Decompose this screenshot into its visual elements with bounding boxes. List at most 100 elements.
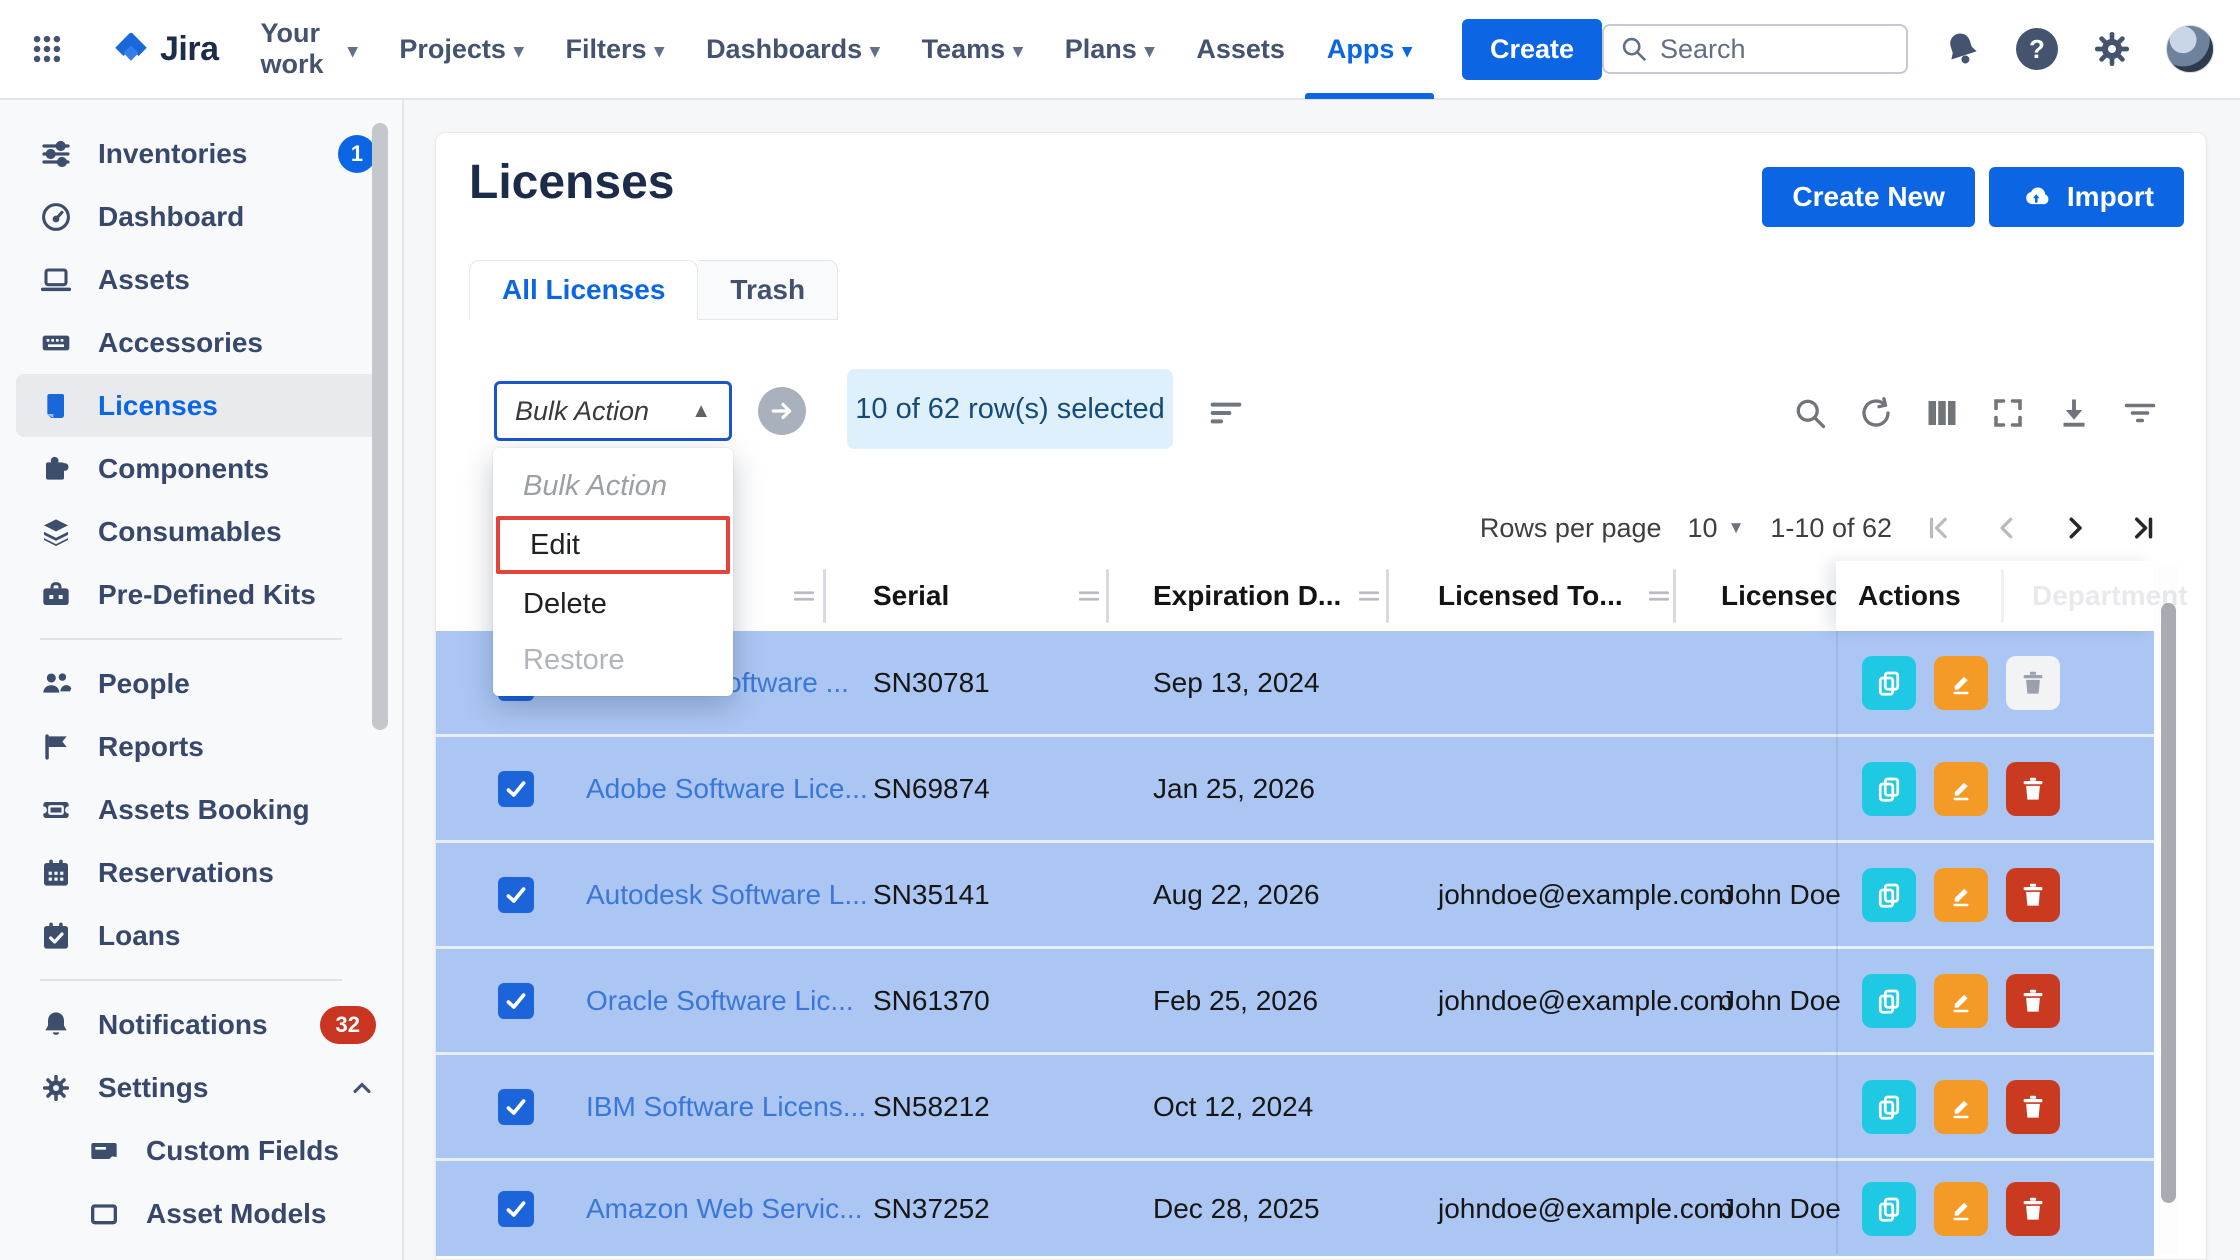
duplicate-button[interactable] <box>1862 974 1916 1028</box>
sidebar-item-reservations[interactable]: Reservations <box>0 841 402 904</box>
license-icon <box>40 390 72 422</box>
help-icon[interactable]: ? <box>2016 28 2058 70</box>
column-resize-handle[interactable] <box>1076 583 1102 609</box>
edit-button[interactable] <box>1934 762 1988 816</box>
delete-button[interactable] <box>2006 1182 2060 1236</box>
last-page-button[interactable] <box>2122 507 2164 549</box>
sidebar-item-label: Asset Models <box>146 1198 327 1230</box>
jira-logo[interactable]: Jira <box>110 28 219 70</box>
license-name-link[interactable]: Autodesk Software L... <box>586 879 868 911</box>
global-search[interactable] <box>1602 24 1908 74</box>
bulk-action-select[interactable]: Bulk Action ▲ <box>494 381 732 441</box>
column-resize-handle[interactable] <box>791 583 817 609</box>
nav-item-assets[interactable]: Assets <box>1196 0 1285 99</box>
sidebar-item-settings[interactable]: Settings <box>0 1056 402 1119</box>
nav-item-plans[interactable]: Plans▾ <box>1065 0 1155 99</box>
tab-trash[interactable]: Trash <box>698 260 838 320</box>
serial-cell: SN37252 <box>873 1193 990 1225</box>
notifications-bell-icon[interactable] <box>1942 29 1982 69</box>
edit-button[interactable] <box>1934 1080 1988 1134</box>
edit-button[interactable] <box>1934 1182 1988 1236</box>
refresh-icon[interactable] <box>1858 395 1894 431</box>
bulk-menu-item-delete[interactable]: Delete <box>493 576 733 632</box>
delete-button[interactable] <box>2006 974 2060 1028</box>
delete-button[interactable] <box>2006 1080 2060 1134</box>
filter-icon[interactable] <box>2122 395 2158 431</box>
edit-button[interactable] <box>1934 656 1988 710</box>
search-input[interactable] <box>1660 34 1860 65</box>
sidebar-item-accessories[interactable]: Accessories <box>0 311 402 374</box>
nav-item-apps[interactable]: Apps▾ <box>1327 0 1412 99</box>
page-title: Licenses <box>469 155 674 210</box>
table-search-icon[interactable] <box>1792 395 1828 431</box>
people-icon <box>40 668 72 700</box>
delete-button[interactable] <box>2006 762 2060 816</box>
column-resize-handle[interactable] <box>1356 583 1382 609</box>
sidebar-item-asset-models[interactable]: Asset Models <box>0 1182 402 1245</box>
sidebar-item-inventories[interactable]: Inventories 1 <box>0 122 402 185</box>
sidebar-item-licenses[interactable]: Licenses <box>16 374 386 437</box>
row-checkbox[interactable] <box>498 983 534 1019</box>
column-header-licensed-to: Licensed To... <box>1438 561 1623 631</box>
sidebar-item-custom-fields[interactable]: Custom Fields <box>0 1119 402 1182</box>
tab-bar: All Licenses Trash <box>469 260 838 320</box>
edit-button[interactable] <box>1934 868 1988 922</box>
nav-item-filters[interactable]: Filters▾ <box>565 0 664 99</box>
license-name-link[interactable]: Adobe Software Lice... <box>586 773 868 805</box>
row-checkbox[interactable] <box>498 1089 534 1125</box>
sort-icon[interactable] <box>1206 393 1246 433</box>
duplicate-button[interactable] <box>1862 656 1916 710</box>
first-page-button[interactable] <box>1918 507 1960 549</box>
rectangle-icon <box>88 1198 120 1230</box>
next-page-button[interactable] <box>2054 507 2096 549</box>
user-avatar[interactable] <box>2166 25 2214 73</box>
sidebar-item-loans[interactable]: Loans <box>0 904 402 967</box>
create-new-button[interactable]: Create New <box>1762 167 1975 227</box>
bulk-menu-item-edit[interactable]: Edit <box>496 516 730 574</box>
view-columns-icon[interactable] <box>1924 395 1960 431</box>
table-scrollbar[interactable] <box>2161 603 2176 1203</box>
import-button[interactable]: Import <box>1989 167 2184 227</box>
nav-item-projects[interactable]: Projects▾ <box>399 0 523 99</box>
license-name-link[interactable]: IBM Software Licens... <box>586 1091 866 1123</box>
duplicate-button[interactable] <box>1862 1080 1916 1134</box>
license-name-link[interactable]: Oracle Software Lic... <box>586 985 854 1017</box>
sidebar-item-consumables[interactable]: Consumables <box>0 500 402 563</box>
download-icon[interactable] <box>2056 395 2092 431</box>
create-button[interactable]: Create <box>1462 19 1602 80</box>
delete-button[interactable] <box>2006 868 2060 922</box>
sidebar-item-assets-booking[interactable]: Assets Booking <box>0 778 402 841</box>
sidebar-item-pre-defined-kits[interactable]: Pre-Defined Kits <box>0 563 402 626</box>
duplicate-button[interactable] <box>1862 868 1916 922</box>
caret-up-icon: ▲ <box>691 400 711 423</box>
sidebar-item-reports[interactable]: Reports <box>0 715 402 778</box>
sidebar-item-people[interactable]: People <box>0 652 402 715</box>
settings-gear-icon[interactable] <box>2092 29 2132 69</box>
previous-page-button[interactable] <box>1986 507 2028 549</box>
nav-item-dashboards[interactable]: Dashboards▾ <box>706 0 880 99</box>
license-name-link[interactable]: Amazon Web Servic... <box>586 1193 862 1225</box>
duplicate-button[interactable] <box>1862 762 1916 816</box>
sidebar-item-components[interactable]: Components <box>0 437 402 500</box>
apply-bulk-action-button[interactable] <box>758 387 806 435</box>
tab-all-licenses[interactable]: All Licenses <box>469 260 698 320</box>
nav-item-your-work[interactable]: Your work▾ <box>261 0 358 99</box>
row-checkbox[interactable] <box>498 877 534 913</box>
row-actions <box>1862 1182 2060 1236</box>
sidebar-item-notifications[interactable]: Notifications 32 <box>0 993 402 1056</box>
nav-item-teams[interactable]: Teams▾ <box>922 0 1023 99</box>
fullscreen-icon[interactable] <box>1990 395 2026 431</box>
sidebar-item-label: People <box>98 668 190 700</box>
sidebar-item-assets[interactable]: Assets <box>0 248 402 311</box>
rows-per-page-select[interactable]: 10▼ <box>1688 513 1745 544</box>
app-switcher-icon[interactable] <box>26 28 68 70</box>
sidebar-item-dashboard[interactable]: Dashboard <box>0 185 402 248</box>
sidebar-scrollbar[interactable] <box>372 123 388 730</box>
column-resize-handle[interactable] <box>1646 583 1672 609</box>
sidebar-item-label: Custom Fields <box>146 1135 339 1167</box>
row-checkbox[interactable] <box>498 1191 534 1227</box>
edit-button[interactable] <box>1934 974 1988 1028</box>
row-checkbox[interactable] <box>498 771 534 807</box>
table-row: Adobe Software Lice... SN69874 Jan 25, 2… <box>436 737 2154 843</box>
duplicate-button[interactable] <box>1862 1182 1916 1236</box>
